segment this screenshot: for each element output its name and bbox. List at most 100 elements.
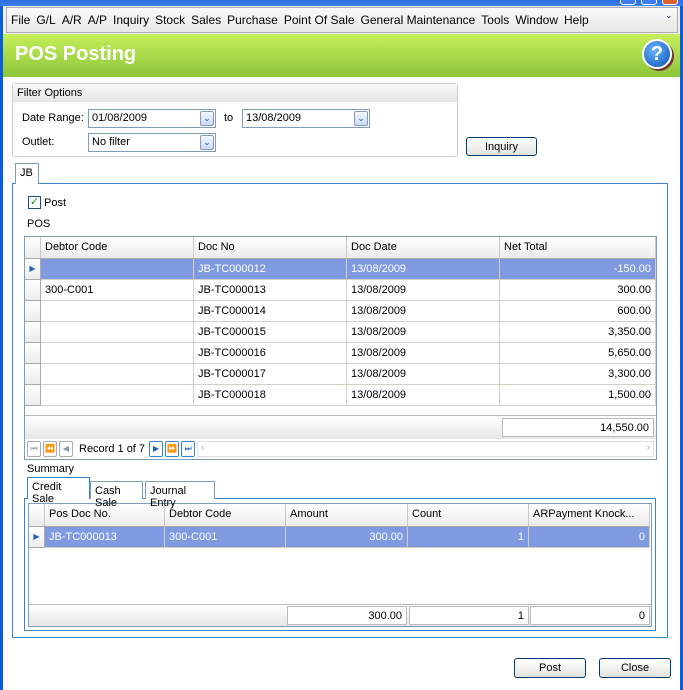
table-cell	[41, 322, 194, 343]
menu-a-p[interactable]: A/P	[88, 13, 107, 27]
table-row[interactable]: ▶ JB-TC000012 13/08/2009 -150.00	[25, 259, 656, 280]
table-cell: 13/08/2009	[347, 280, 500, 301]
table-row[interactable]: JB-TC000015 13/08/2009 3,350.00	[25, 322, 656, 343]
row-indicator[interactable]: ▶	[25, 259, 41, 280]
horizontal-scrollbar[interactable]: ‹ ›	[197, 441, 654, 457]
date-range-label: Date Range:	[22, 112, 84, 124]
menu-tools[interactable]: Tools	[481, 13, 509, 27]
table-row[interactable]: JB-TC000018 13/08/2009 1,500.00	[25, 385, 656, 406]
column-header[interactable]: Count	[408, 504, 529, 526]
table-cell	[41, 343, 194, 364]
row-indicator[interactable]: ▶	[29, 527, 45, 548]
row-indicator[interactable]	[25, 322, 41, 343]
close-window-button[interactable]	[662, 0, 678, 5]
record-navigator: ⏮ ⏪ ◀ Record 1 of 7 ▶ ⏩ ⏭ ‹ ›	[27, 440, 654, 458]
column-header[interactable]: Debtor Code	[41, 237, 194, 258]
record-count: Record 1 of 7	[79, 443, 146, 455]
post-checkbox-label: Post	[44, 197, 67, 209]
table-cell	[41, 364, 194, 385]
table-row[interactable]: JB-TC000016 13/08/2009 5,650.00	[25, 343, 656, 364]
table-row[interactable]: JB-TC000017 13/08/2009 3,300.00	[25, 364, 656, 385]
last-record-button[interactable]: ⏭	[181, 441, 196, 457]
table-cell: -150.00	[500, 259, 656, 280]
post-button[interactable]: Post	[514, 658, 586, 678]
menu-purchase[interactable]: Purchase	[227, 13, 278, 27]
menu-a-r[interactable]: A/R	[62, 13, 82, 27]
menu-window[interactable]: Window	[515, 13, 558, 27]
table-cell: JB-TC000012	[194, 259, 347, 280]
table-row[interactable]: 300-C001 JB-TC000013 13/08/2009 300.00	[25, 280, 656, 301]
table-cell: 300.00	[500, 280, 656, 301]
column-header[interactable]: Amount	[286, 504, 408, 526]
row-indicator[interactable]	[25, 301, 41, 322]
page-header: POS Posting ?	[3, 34, 680, 77]
table-cell: 0	[529, 527, 650, 548]
tab-credit-sale[interactable]: Credit Sale	[27, 477, 90, 505]
column-header[interactable]: Doc Date	[347, 237, 500, 258]
table-cell: JB-TC000017	[194, 364, 347, 385]
column-header[interactable]: Debtor Code	[165, 504, 286, 526]
table-cell	[41, 301, 194, 322]
table-cell: JB-TC000013	[45, 527, 165, 548]
row-indicator[interactable]	[25, 385, 41, 406]
post-checkbox[interactable]: ✓	[28, 196, 41, 209]
menu-sales[interactable]: Sales	[191, 13, 221, 27]
knock-sum: 0	[530, 606, 650, 625]
row-indicator[interactable]	[25, 343, 41, 364]
page-title: POS Posting	[15, 43, 137, 65]
filter-title: Filter Options	[13, 84, 457, 102]
next-page-button[interactable]: ⏩	[165, 441, 180, 457]
table-row[interactable]: JB-TC000014 13/08/2009 600.00	[25, 301, 656, 322]
table-cell	[41, 385, 194, 406]
outlet-label: Outlet:	[22, 136, 55, 148]
table-cell: JB-TC000015	[194, 322, 347, 343]
row-indicator[interactable]	[25, 280, 41, 301]
row-indicator-header	[29, 504, 45, 526]
table-cell: JB-TC000016	[194, 343, 347, 364]
help-icon[interactable]: ?	[642, 39, 672, 69]
minimize-button[interactable]	[620, 0, 636, 5]
chevron-down-icon[interactable]: ⌄	[200, 135, 214, 150]
date-from-field[interactable]: 01/08/2009 ⌄	[88, 109, 216, 128]
table-row[interactable]: ▶ JB-TC000013 300-C001 300.00 1 0	[29, 527, 650, 548]
menu-g-l[interactable]: G/L	[36, 13, 55, 27]
inquiry-button[interactable]: Inquiry	[466, 137, 537, 156]
table-cell: 300-C001	[41, 280, 194, 301]
next-record-button[interactable]: ▶	[149, 441, 164, 457]
column-header[interactable]: Doc No	[194, 237, 347, 258]
menu-help[interactable]: Help	[564, 13, 589, 27]
tab-cash-sale[interactable]: Cash Sale	[90, 481, 143, 509]
date-from-value: 01/08/2009	[92, 112, 148, 124]
close-button[interactable]: Close	[599, 658, 671, 678]
row-indicator-header	[25, 237, 41, 258]
table-cell: 13/08/2009	[347, 385, 500, 406]
menu-inquiry[interactable]: Inquiry	[113, 13, 149, 27]
chevron-down-icon[interactable]: ⌄	[354, 111, 368, 126]
menu-point-of-sale[interactable]: Point Of Sale	[284, 13, 355, 27]
maximize-button[interactable]	[641, 0, 657, 5]
table-cell: 13/08/2009	[347, 301, 500, 322]
tab-jb[interactable]: JB	[15, 163, 39, 184]
table-cell: 3,300.00	[500, 364, 656, 385]
prev-page-button[interactable]: ⏪	[43, 441, 57, 457]
column-header[interactable]: ARPayment Knock...	[529, 504, 650, 526]
chevron-down-icon[interactable]: ⌄	[200, 111, 214, 126]
table-cell: 5,650.00	[500, 343, 656, 364]
table-cell: 13/08/2009	[347, 343, 500, 364]
tab-journal-entry[interactable]: Journal Entry	[145, 481, 215, 509]
prev-record-button[interactable]: ◀	[59, 441, 73, 457]
chevron-down-icon[interactable]: ⌄	[665, 10, 675, 30]
menu-stock[interactable]: Stock	[155, 13, 185, 27]
first-record-button[interactable]: ⏮	[27, 441, 41, 457]
row-indicator[interactable]	[25, 364, 41, 385]
scroll-right-icon[interactable]: ›	[647, 442, 650, 456]
outlet-select[interactable]: No filter ⌄	[88, 133, 216, 152]
menu-file[interactable]: File	[11, 13, 30, 27]
menu-general-maintenance[interactable]: General Maintenance	[361, 13, 476, 27]
table-cell: 300-C001	[165, 527, 286, 548]
table-cell: JB-TC000014	[194, 301, 347, 322]
column-header[interactable]: Net Total	[500, 237, 656, 258]
scroll-left-icon[interactable]: ‹	[201, 442, 204, 456]
table-cell: 600.00	[500, 301, 656, 322]
date-to-field[interactable]: 13/08/2009 ⌄	[242, 109, 370, 128]
